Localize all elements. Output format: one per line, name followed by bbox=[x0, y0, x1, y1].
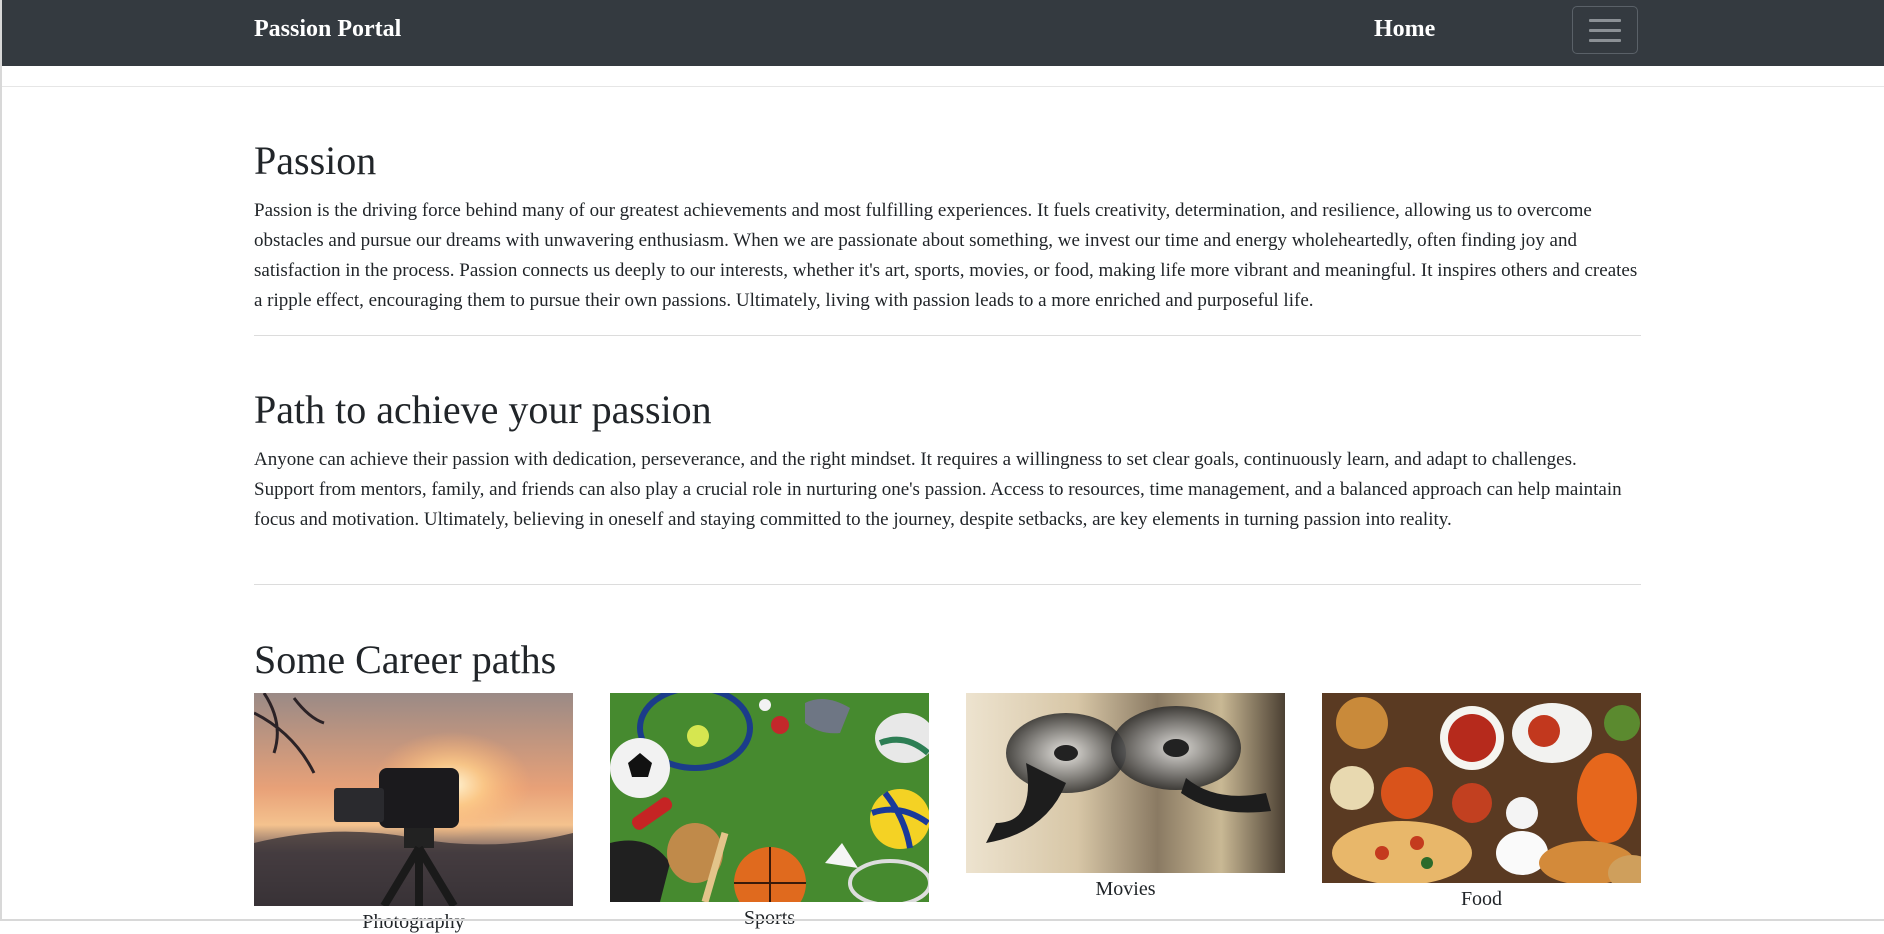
section-title-careers: Some Career paths bbox=[254, 637, 557, 682]
food-platter-image bbox=[1322, 693, 1641, 883]
sports-equipment-image bbox=[610, 693, 929, 902]
section-body-passion: Passion is the driving force behind many… bbox=[254, 200, 1638, 311]
career-card-movies[interactable]: Movies bbox=[966, 693, 1285, 901]
camera-sunset-image bbox=[254, 693, 573, 906]
career-card-sports[interactable]: Sports bbox=[610, 693, 929, 930]
top-navbar: Passion Portal Home bbox=[2, 0, 1884, 66]
section-body-path: Anyone can achieve their passion with de… bbox=[254, 449, 1622, 530]
window-left-border bbox=[0, 0, 2, 921]
career-card-food[interactable]: Food bbox=[1322, 693, 1641, 911]
career-caption: Movies bbox=[1095, 878, 1156, 900]
career-cards: Photography Sports Movies Food bbox=[254, 693, 1641, 933]
section-divider bbox=[254, 584, 1641, 585]
section-title-path: Path to achieve your passion bbox=[254, 387, 712, 432]
section-divider bbox=[254, 335, 1641, 336]
nav-home-link[interactable]: Home bbox=[1374, 16, 1435, 43]
career-card-photography[interactable]: Photography bbox=[254, 693, 573, 934]
career-caption: Sports bbox=[743, 907, 796, 929]
path-section: Path to achieve your passion Anyone can … bbox=[254, 387, 1641, 535]
brand-link[interactable]: Passion Portal bbox=[254, 16, 401, 43]
film-reels-image bbox=[966, 693, 1285, 873]
navbar-toggler-button[interactable] bbox=[1572, 6, 1638, 54]
career-caption: Photography bbox=[362, 911, 465, 933]
passion-section: Passion Passion is the driving force beh… bbox=[254, 138, 1641, 316]
hamburger-menu-icon bbox=[1589, 38, 1621, 42]
hamburger-menu-icon bbox=[1589, 28, 1621, 32]
section-title-passion: Passion bbox=[254, 138, 377, 183]
careers-section: Some Career paths bbox=[254, 637, 1641, 683]
navbar-divider bbox=[2, 86, 1884, 87]
hamburger-menu-icon bbox=[1589, 18, 1621, 22]
career-caption: Food bbox=[1460, 888, 1503, 910]
